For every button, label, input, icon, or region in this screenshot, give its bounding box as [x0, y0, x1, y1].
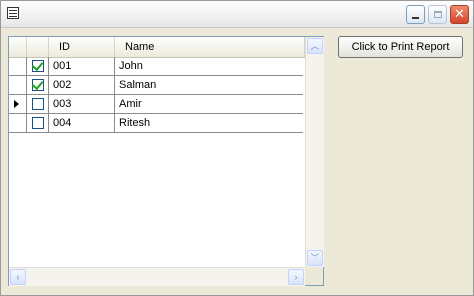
name-cell[interactable]: Amir: [115, 95, 303, 113]
id-cell[interactable]: 004: [49, 114, 115, 132]
minimize-icon: [412, 17, 419, 19]
checkmark-icon: [31, 58, 44, 72]
maximize-button: [428, 5, 447, 24]
close-button[interactable]: ✕: [450, 5, 469, 24]
maximize-icon: [433, 11, 442, 18]
scroll-right-button[interactable]: ›: [288, 269, 304, 285]
row-indicator[interactable]: [9, 95, 27, 113]
grid-header: ID Name: [9, 37, 305, 58]
row-checkbox[interactable]: [32, 117, 44, 129]
table-row[interactable]: 004 Ritesh: [9, 114, 303, 133]
name-cell[interactable]: Ritesh: [115, 114, 303, 132]
header-name[interactable]: Name: [115, 37, 305, 57]
current-row-arrow-icon: [14, 100, 19, 108]
scroll-down-button[interactable]: ﹀: [307, 250, 323, 266]
row-checkbox[interactable]: [31, 77, 44, 91]
name-cell[interactable]: Salman: [115, 76, 303, 94]
app-icon[interactable]: [7, 7, 19, 19]
chevron-down-icon: ﹀: [310, 252, 320, 263]
title-bar[interactable]: ✕: [1, 1, 473, 28]
row-checkbox-cell[interactable]: [27, 76, 49, 94]
minimize-button[interactable]: [406, 5, 425, 24]
row-indicator[interactable]: [9, 57, 27, 75]
header-checkbox-column[interactable]: [27, 37, 49, 57]
scrollbar-corner: [305, 267, 323, 285]
id-cell[interactable]: 002: [49, 76, 115, 94]
table-row[interactable]: 003 Amir: [9, 95, 303, 114]
row-checkbox[interactable]: [32, 98, 44, 110]
table-row[interactable]: 002 Salman: [9, 76, 303, 95]
chevron-up-icon: ︿: [310, 40, 320, 51]
row-checkbox[interactable]: [31, 58, 44, 72]
row-indicator[interactable]: [9, 114, 27, 132]
header-id[interactable]: ID: [49, 37, 115, 57]
row-indicator[interactable]: [9, 76, 27, 94]
chevron-left-icon: ‹: [16, 271, 20, 282]
print-report-button[interactable]: Click to Print Report: [338, 36, 463, 58]
table-row[interactable]: 001 John: [9, 57, 303, 76]
name-cell[interactable]: John: [115, 57, 303, 75]
row-checkbox-cell[interactable]: [27, 57, 49, 75]
main-window: ✕ ID Name 001 John 002 Salman 003 Amir 0…: [0, 0, 474, 296]
horizontal-scrollbar[interactable]: ‹ ›: [9, 267, 305, 286]
id-cell[interactable]: 003: [49, 95, 115, 113]
scroll-left-button[interactable]: ‹: [10, 269, 26, 285]
chevron-right-icon: ›: [294, 271, 298, 282]
close-icon: ✕: [454, 7, 465, 22]
checkmark-icon: [31, 77, 44, 91]
header-row-indicator[interactable]: [9, 37, 27, 57]
id-cell[interactable]: 001: [49, 57, 115, 75]
row-checkbox-cell[interactable]: [27, 114, 49, 132]
vertical-scrollbar[interactable]: ︿ ﹀: [305, 37, 324, 267]
scroll-up-button[interactable]: ︿: [307, 38, 323, 54]
data-grid[interactable]: ID Name 001 John 002 Salman 003 Amir 004…: [8, 36, 324, 286]
row-checkbox-cell[interactable]: [27, 95, 49, 113]
